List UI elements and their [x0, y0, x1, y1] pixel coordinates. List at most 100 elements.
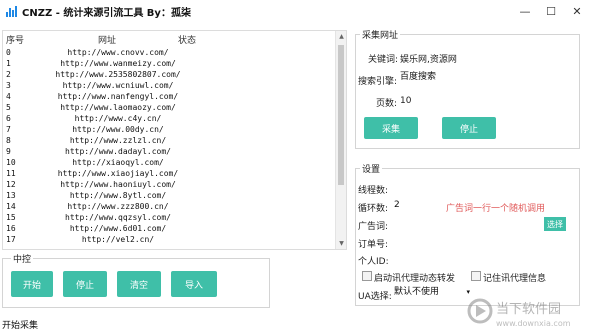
list-item-index: 9 — [6, 147, 11, 156]
watermark-title: 当下软件园 — [496, 302, 561, 317]
clear-button[interactable]: 清空 — [117, 271, 161, 297]
control-group-legend: 中控 — [11, 252, 34, 265]
keyword-label: 关键词: — [368, 55, 399, 65]
remember-proxy-label: 记住讯代理信息 — [483, 274, 547, 284]
list-item-index: 4 — [6, 92, 11, 101]
stop-button[interactable]: 停止 — [63, 271, 107, 297]
list-item[interactable]: 1 http://www.wanmeizy.com/ — [3, 58, 336, 69]
pages-label: 页数: — [376, 99, 398, 109]
minimize-button[interactable]: — — [512, 0, 538, 22]
list-item-index: 13 — [6, 191, 16, 200]
proxy-dynamic-label: 启动讯代理动态转发 — [374, 274, 456, 284]
control-group: 中控 开始 停止 清空 导入 — [2, 252, 270, 308]
collect-group-legend: 采集网址 — [360, 28, 401, 41]
list-item-index: 8 — [6, 136, 11, 145]
list-item-url: http://www.zzz800.cn/ — [67, 202, 169, 211]
list-item[interactable]: 9 http://www.dadayl.com/ — [3, 146, 336, 157]
threads-input[interactable] — [392, 181, 434, 195]
list-item[interactable]: 12 http://www.haoniuyl.com/ — [3, 179, 336, 190]
list-item[interactable]: 7 http://www.00dy.cn/ — [3, 124, 336, 135]
close-button[interactable]: ✕ — [564, 0, 590, 22]
maximize-button[interactable]: ☐ — [538, 0, 564, 22]
column-header-index[interactable]: 序号 — [6, 33, 24, 46]
list-item[interactable]: 10 http://xiaoqyl.com/ — [3, 157, 336, 168]
personal-id-input[interactable] — [392, 252, 538, 266]
list-item-index: 1 — [6, 59, 11, 68]
list-item-url: http://www.dadayl.com/ — [65, 147, 171, 156]
list-item[interactable]: 16 http://www.6d01.com/ — [3, 223, 336, 234]
keyword-input[interactable]: 娱乐网,资源网 — [400, 52, 457, 65]
scroll-down-icon[interactable]: ▼ — [336, 238, 347, 249]
list-item-url: http://www.cnovv.com/ — [67, 48, 169, 57]
list-item[interactable]: 3 http://www.wcniuwl.com/ — [3, 80, 336, 91]
list-item[interactable]: 8 http://www.zzlzl.cn/ — [3, 135, 336, 146]
import-button[interactable]: 导入 — [171, 271, 217, 297]
remember-proxy-checkbox[interactable] — [471, 271, 481, 281]
list-item-index: 0 — [6, 48, 11, 57]
loops-label: 循环数: — [358, 204, 389, 214]
vertical-scrollbar[interactable]: ▲ ▼ — [335, 31, 346, 249]
list-body: 0 http://www.cnovv.com/1 http://www.wanmei… — [3, 47, 336, 249]
list-item-index: 11 — [6, 169, 16, 178]
column-header-url[interactable]: 网址 — [98, 33, 116, 46]
settings-group-legend: 设置 — [360, 162, 383, 175]
list-item-url: http://vel2.cn/ — [81, 235, 155, 244]
start-button[interactable]: 开始 — [11, 271, 53, 297]
pages-input[interactable]: 10 — [400, 96, 411, 106]
list-item-index: 14 — [6, 202, 16, 211]
list-item-url: http://xiaoqyl.com/ — [72, 158, 164, 167]
loops-input[interactable]: 2 — [392, 199, 434, 213]
list-item-url: http://www.00dy.cn/ — [72, 125, 164, 134]
collect-group: 采集网址 关键词: 娱乐网,资源网 搜索引擎: 百度搜索 页数: 10 采集 停… — [355, 28, 580, 149]
ad-input[interactable] — [392, 217, 538, 231]
list-item[interactable]: 11 http://www.xiaojiayl.com/ — [3, 168, 336, 179]
list-item-url: http://www.wcniuwl.com/ — [62, 81, 174, 90]
search-engine-label: 搜索引擎: — [358, 77, 398, 87]
list-item-index: 3 — [6, 81, 11, 90]
choose-button[interactable]: 选择 — [544, 217, 566, 231]
list-item-index: 12 — [6, 180, 16, 189]
list-item-index: 10 — [6, 158, 16, 167]
list-item[interactable]: 15 http://www.qqzsyl.com/ — [3, 212, 336, 223]
window-title: CNZZ - 统计来源引流工具 By：孤柒 — [22, 7, 191, 19]
column-header-status[interactable]: 状态 — [178, 33, 196, 46]
list-item[interactable]: 2 http://www.2535802807.com/ — [3, 69, 336, 80]
list-item[interactable]: 4 http://www.nanfengyl.com/ — [3, 91, 336, 102]
threads-label: 线程数: — [358, 186, 389, 196]
ad-label: 广告词: — [358, 222, 389, 232]
list-item-index: 17 — [6, 235, 16, 244]
list-item-index: 2 — [6, 70, 11, 79]
scroll-thumb[interactable] — [338, 45, 344, 185]
list-item[interactable]: 17 http://vel2.cn/ — [3, 234, 336, 245]
list-header: 序号 网址 状态 — [3, 31, 336, 46]
order-input[interactable] — [392, 235, 538, 249]
list-item[interactable]: 5 http://www.laomaozy.com/ — [3, 102, 336, 113]
list-item-url: http://www.xiaojiayl.com/ — [57, 169, 179, 178]
list-item-url: http://www.nanfengyl.com/ — [57, 92, 179, 101]
collect-button[interactable]: 采集 — [364, 117, 418, 139]
list-item-url: http://www.haoniuyl.com/ — [60, 180, 176, 189]
list-item[interactable]: 14 http://www.zzz800.cn/ — [3, 201, 336, 212]
list-item[interactable]: 6 http://www.c4y.cn/ — [3, 113, 336, 124]
ua-select[interactable]: 默认不使用 ▾ — [392, 287, 472, 300]
list-item-index: 16 — [6, 224, 16, 233]
url-list[interactable]: 序号 网址 状态 0 http://www.cnovv.com/1 http://w… — [2, 30, 347, 250]
list-item-index: 7 — [6, 125, 11, 134]
list-item-index: 15 — [6, 213, 16, 222]
list-item-url: http://www.zzlzl.cn/ — [69, 136, 167, 145]
ad-hint-text: 广告词一行一个随机调用 — [446, 204, 546, 214]
personal-id-label: 个人ID: — [358, 257, 389, 267]
proxy-dynamic-checkbox[interactable] — [362, 271, 372, 281]
watermark-url: www.downxia.com — [496, 319, 571, 328]
search-engine-select[interactable]: 百度搜索 — [398, 72, 458, 85]
list-item[interactable]: 13 http://www.8ytl.com/ — [3, 190, 336, 201]
list-item[interactable]: 0 http://www.cnovv.com/ — [3, 47, 336, 58]
scroll-up-icon[interactable]: ▲ — [336, 31, 347, 42]
list-item-url: http://www.qqzsyl.com/ — [65, 213, 171, 222]
bar-chart-icon — [6, 5, 18, 17]
collect-stop-button[interactable]: 停止 — [442, 117, 496, 139]
order-label: 订单号: — [358, 240, 389, 250]
ua-select-value: 默认不使用 — [394, 287, 440, 297]
site-watermark: 当下软件园 www.downxia.com — [466, 295, 586, 331]
title-bar: CNZZ - 统计来源引流工具 By：孤柒 — ☐ ✕ — [0, 0, 590, 22]
